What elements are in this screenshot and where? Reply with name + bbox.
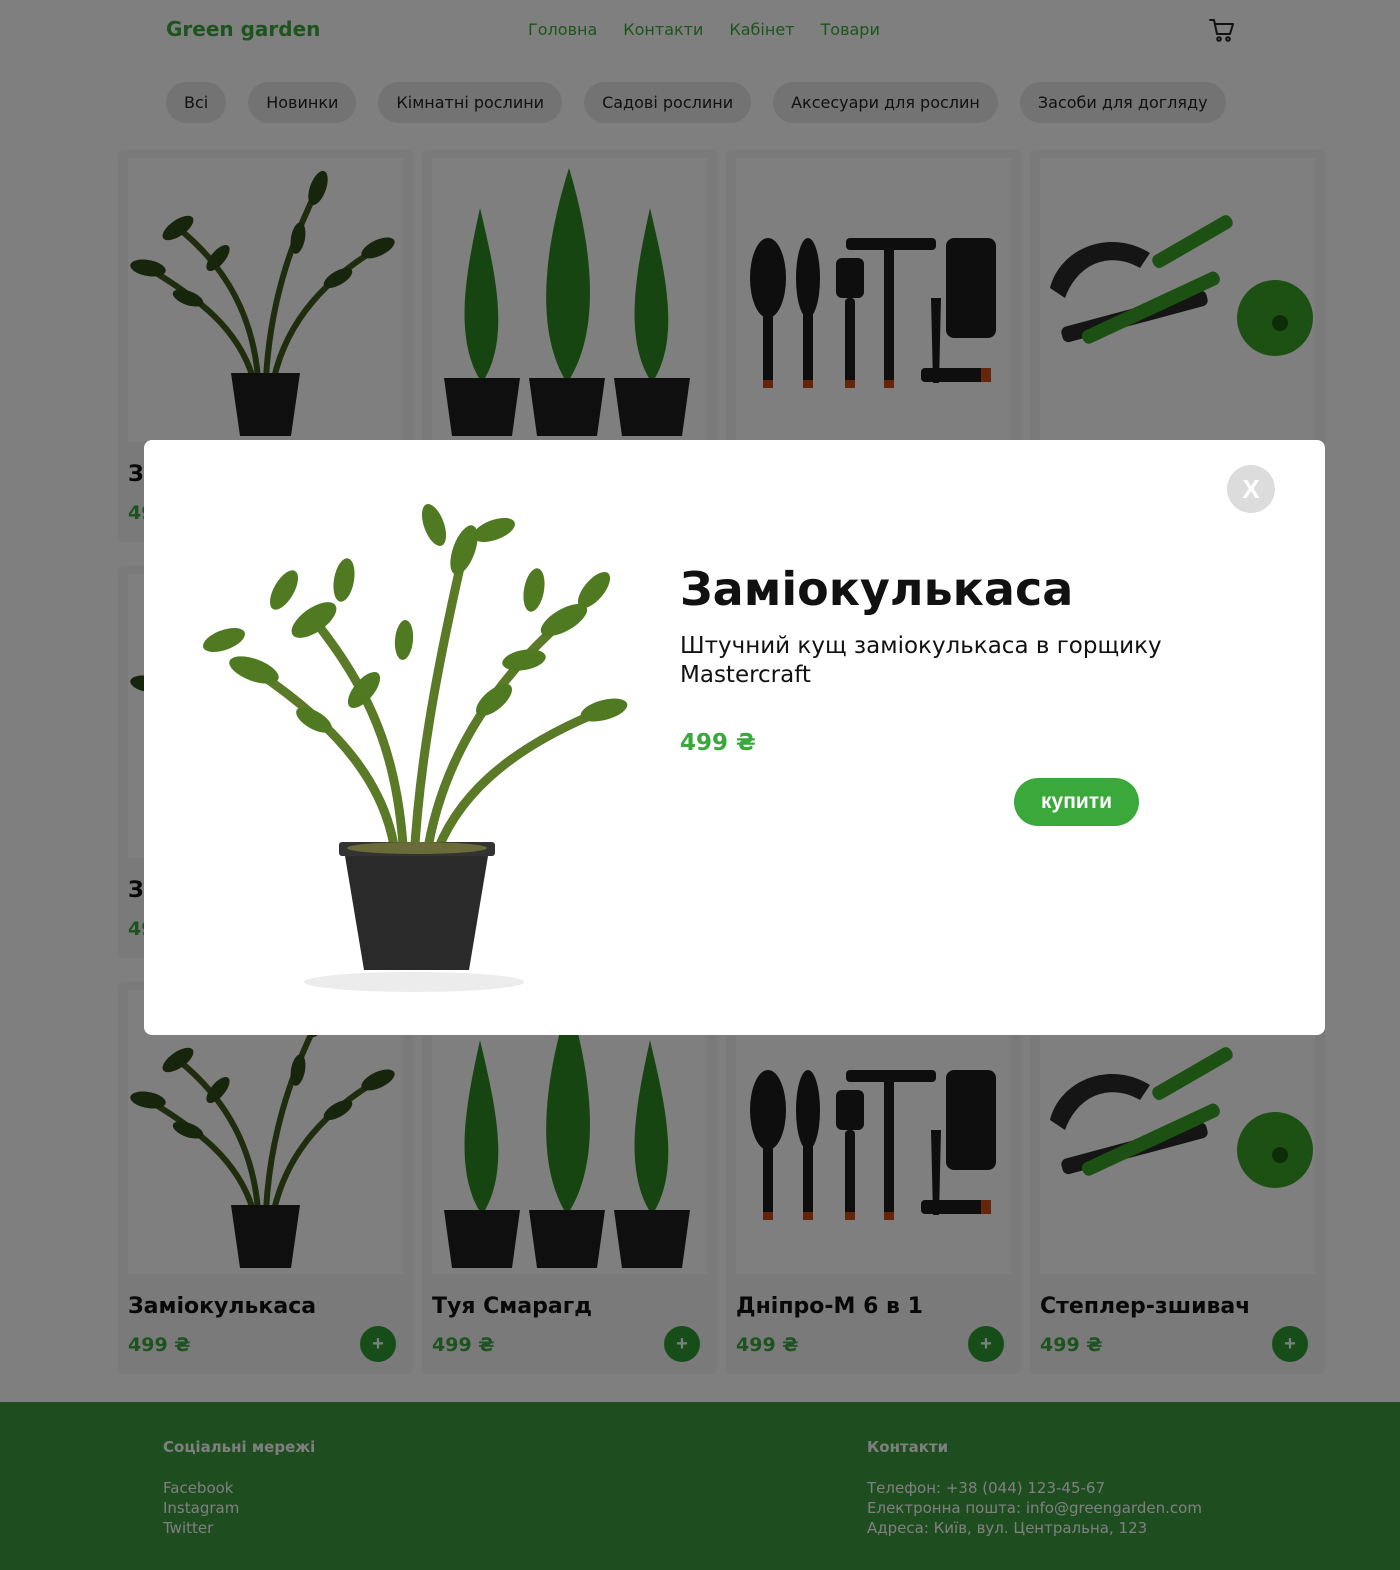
modal-product-image: [164, 470, 634, 1000]
modal-price: 499 ₴: [680, 730, 756, 756]
modal-description: Штучний кущ заміокулькаса в горщику Mast…: [680, 633, 1162, 688]
close-button[interactable]: X: [1227, 465, 1275, 513]
product-modal: Заміокулькаса Штучний кущ заміокулькаса …: [144, 440, 1325, 1035]
buy-button[interactable]: купити: [1014, 778, 1139, 826]
modal-title: Заміокулькаса: [680, 562, 1074, 616]
